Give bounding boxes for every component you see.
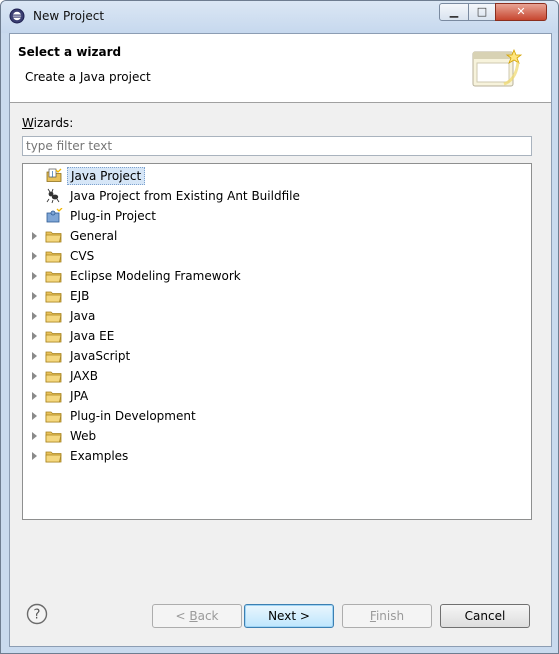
- folder-icon: [45, 348, 63, 364]
- tree-item[interactable]: Eclipse Modeling Framework: [23, 266, 531, 286]
- folder-icon: [45, 308, 63, 324]
- dialog-window: New Project ▁ □ ✕ Select a wizard Create…: [0, 0, 559, 654]
- expand-arrow-icon[interactable]: [32, 232, 37, 240]
- dialog-body: Select a wizard Create a Java project Wi…: [9, 33, 552, 647]
- folder-icon: [45, 408, 63, 424]
- tree-item[interactable]: JPA: [23, 386, 531, 406]
- maximize-icon: □: [476, 5, 488, 18]
- header-title: Select a wizard: [18, 45, 122, 59]
- folder-icon: [45, 228, 63, 244]
- eclipse-icon: [9, 8, 25, 24]
- tree-item[interactable]: J Java Project: [23, 166, 531, 186]
- wizard-tree[interactable]: J Java Project Java Project from Existing …: [22, 163, 532, 520]
- back-button[interactable]: < Back: [152, 604, 242, 628]
- help-icon[interactable]: ?: [26, 603, 48, 625]
- window-title: New Project: [33, 9, 105, 23]
- tree-item-label: General: [70, 229, 118, 243]
- folder-icon: [45, 368, 63, 384]
- expand-arrow-icon[interactable]: [32, 352, 37, 360]
- maximize-button[interactable]: □: [468, 3, 496, 21]
- wizard-header: Select a wizard Create a Java project: [10, 34, 551, 103]
- tree-item-label: Java EE: [70, 329, 115, 343]
- java-project-icon: J: [45, 168, 63, 184]
- folder-icon: [45, 268, 63, 284]
- tree-item-label: Java: [70, 309, 96, 323]
- title-bar[interactable]: New Project ▁ □ ✕: [1, 1, 558, 33]
- folder-icon: [45, 448, 63, 464]
- tree-item[interactable]: Plug-in Project: [23, 206, 531, 226]
- expand-arrow-icon[interactable]: [32, 272, 37, 280]
- tree-item[interactable]: Plug-in Development: [23, 406, 531, 426]
- tree-item-label: Web: [70, 429, 97, 443]
- tree-item[interactable]: Java EE: [23, 326, 531, 346]
- tree-item[interactable]: Examples: [23, 446, 531, 466]
- tree-item[interactable]: JavaScript: [23, 346, 531, 366]
- expand-arrow-icon[interactable]: [32, 252, 37, 260]
- tree-item-label: CVS: [70, 249, 95, 263]
- expand-arrow-icon[interactable]: [32, 292, 37, 300]
- finish-button[interactable]: Finish: [342, 604, 432, 628]
- minimize-button[interactable]: ▁: [439, 3, 469, 21]
- expand-arrow-icon[interactable]: [32, 392, 37, 400]
- tree-item[interactable]: Java: [23, 306, 531, 326]
- close-button[interactable]: ✕: [495, 3, 547, 21]
- tree-item-label: Java Project: [67, 167, 146, 185]
- wizards-label: Wizards:: [22, 116, 74, 130]
- expand-arrow-icon[interactable]: [32, 372, 37, 380]
- svg-text:?: ?: [34, 608, 41, 623]
- tree-item-label: Examples: [70, 449, 129, 463]
- folder-icon: [45, 248, 63, 264]
- plugin-project-icon: [45, 207, 63, 224]
- tree-item-label: Eclipse Modeling Framework: [70, 269, 241, 283]
- tree-item-label: JavaScript: [70, 349, 131, 363]
- minimize-icon: ▁: [449, 5, 459, 18]
- folder-icon: [45, 328, 63, 344]
- cancel-button[interactable]: Cancel: [440, 604, 530, 628]
- folder-icon: [45, 388, 63, 404]
- expand-arrow-icon[interactable]: [32, 332, 37, 340]
- folder-icon: [45, 288, 63, 304]
- tree-item-label: Plug-in Development: [70, 409, 196, 423]
- svg-text:J: J: [50, 170, 53, 178]
- tree-item[interactable]: Java Project from Existing Ant Buildfile: [23, 186, 531, 206]
- folder-icon: [45, 428, 63, 444]
- expand-arrow-icon[interactable]: [32, 432, 37, 440]
- ant-icon: [45, 188, 63, 204]
- tree-item[interactable]: JAXB: [23, 366, 531, 386]
- expand-arrow-icon[interactable]: [32, 312, 37, 320]
- tree-item-label: Plug-in Project: [70, 209, 156, 223]
- tree-item[interactable]: Web: [23, 426, 531, 446]
- tree-item[interactable]: EJB: [23, 286, 531, 306]
- tree-item[interactable]: CVS: [23, 246, 531, 266]
- tree-item[interactable]: General: [23, 226, 531, 246]
- next-button[interactable]: Next >: [244, 604, 334, 628]
- expand-arrow-icon[interactable]: [32, 412, 37, 420]
- tree-item-label: Java Project from Existing Ant Buildfile: [70, 189, 300, 203]
- tree-item-label: EJB: [70, 289, 90, 303]
- tree-item-label: JAXB: [70, 369, 98, 383]
- header-description: Create a Java project: [25, 70, 151, 84]
- tree-item-label: JPA: [70, 389, 89, 403]
- new-wizard-banner-icon: [472, 48, 523, 87]
- expand-arrow-icon[interactable]: [32, 452, 37, 460]
- filter-input[interactable]: [22, 136, 532, 156]
- close-icon: ✕: [516, 5, 526, 18]
